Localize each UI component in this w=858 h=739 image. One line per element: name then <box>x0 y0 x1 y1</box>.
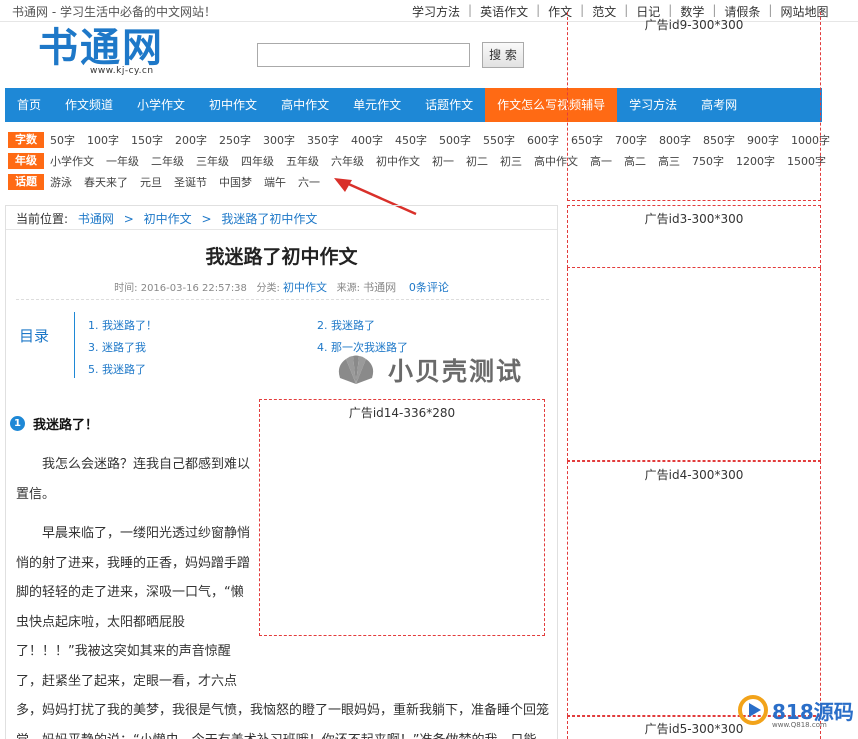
tag-item[interactable]: 600字 <box>527 132 559 148</box>
tag-row-topic: 话题 游泳 春天来了 元旦 圣诞节 中国梦 端午 六一 <box>8 173 332 191</box>
meta-category-label: 分类: <box>256 283 280 294</box>
tag-item[interactable]: 六年级 <box>331 153 364 169</box>
nav-item-topic-essay[interactable]: 话题作文 <box>413 88 485 122</box>
search-input[interactable] <box>257 43 470 67</box>
ad-slot-14[interactable]: 广告id14-336*280 <box>259 399 545 636</box>
toc-item-1[interactable]: 1. 我迷路了！ <box>88 317 157 333</box>
nav-item-unit-essay[interactable]: 单元作文 <box>341 88 413 122</box>
divider <box>6 229 557 230</box>
watermark: 小贝壳测试 <box>334 352 523 388</box>
tag-item[interactable]: 100字 <box>87 132 119 148</box>
text-line: 觉，妈妈平静的说：“小懒虫，今天有美术补习班哦！你还不起来啊！”准备做梦的我，只… <box>16 726 549 739</box>
tag-item[interactable]: 春天来了 <box>84 174 128 190</box>
text-line: 置信。 <box>16 486 56 502</box>
logo-text: 书通网 <box>38 24 164 71</box>
tag-item[interactable]: 一年级 <box>106 153 139 169</box>
tag-item[interactable]: 元旦 <box>140 174 162 190</box>
nav-item-home[interactable]: 首页 <box>5 88 53 122</box>
tag-item[interactable]: 游泳 <box>50 174 72 190</box>
tag-item[interactable]: 初三 <box>500 153 522 169</box>
top-link-english-essay[interactable]: 英语作文 <box>480 3 528 20</box>
tag-item[interactable]: 圣诞节 <box>174 174 207 190</box>
tag-item[interactable]: 初一 <box>432 153 454 169</box>
text-line: 我怎么会迷路？连我自己都感到难以 <box>42 457 251 472</box>
meta-source-label: 来源: <box>336 283 360 294</box>
play-logo-icon <box>738 695 768 725</box>
section-number: 1 <box>10 416 25 431</box>
meta-time-label: 时间: <box>114 283 138 294</box>
nav-item-primary-essay[interactable]: 小学作文 <box>125 88 197 122</box>
corner-logo: 818源码 www.Q818.com <box>738 695 854 729</box>
meta-source: 书通网 <box>363 281 397 294</box>
meta-comments-link[interactable]: 0条评论 <box>409 281 449 294</box>
text-line: 了！！！”我被这突如其来的声音惊醒 <box>16 644 231 659</box>
breadcrumb-current[interactable]: 我迷路了初中作文 <box>221 212 317 226</box>
tag-item[interactable]: 中国梦 <box>219 174 252 190</box>
paragraph-2-continued: 多，妈妈打扰了我的美梦，我很是气愤，我恼怒的瞪了一眼妈妈，重新我躺下，准备睡个回… <box>16 696 549 739</box>
paragraph-1: 我怎么会迷路？连我自己都感到难以 置信。 <box>16 450 251 509</box>
tag-item[interactable]: 250字 <box>219 132 251 148</box>
ad-slot-4[interactable]: 广告id4-300*300 <box>567 461 821 716</box>
tag-item[interactable]: 初二 <box>466 153 488 169</box>
text-line: 多，妈妈打扰了我的美梦，我很是气愤，我恼怒的瞪了一眼妈妈，重新我躺下，准备睡个回… <box>16 703 550 718</box>
breadcrumb-home[interactable]: 书通网 <box>78 212 114 226</box>
toc-item-2[interactable]: 2. 我迷路了 <box>317 317 375 333</box>
tag-label-topic: 话题 <box>8 174 44 190</box>
article-title: 我迷路了初中作文 <box>205 246 358 268</box>
tag-item[interactable]: 端午 <box>264 174 286 190</box>
toc-item-5[interactable]: 5. 我迷路了 <box>88 361 146 377</box>
tag-item[interactable]: 350字 <box>307 132 339 148</box>
tag-label-word-count: 字数 <box>8 132 44 148</box>
section-heading: 1 我迷路了！ <box>10 414 98 433</box>
breadcrumb-category[interactable]: 初中作文 <box>144 212 192 226</box>
tag-item[interactable]: 四年级 <box>241 153 274 169</box>
text-line: 了，赶紧坐了起来，定眼一看，才六点 <box>16 673 238 689</box>
meta-time: 2016-03-16 22:57:38 <box>140 283 247 294</box>
nav-item-essay-channel[interactable]: 作文频道 <box>53 88 125 122</box>
ad-slot-9[interactable]: 广告id9-300*300 <box>567 12 821 201</box>
ad-slot-3[interactable]: 广告id3-300*300 <box>567 205 821 268</box>
toc-divider <box>74 312 75 378</box>
toc-item-3[interactable]: 3. 迷路了我 <box>88 339 146 355</box>
text-line: 早晨来临了，一缕阳光透过纱窗静悄 <box>42 526 251 541</box>
watermark-text: 小贝壳测试 <box>388 357 524 386</box>
shell-icon <box>338 355 374 384</box>
section-title: 我迷路了！ <box>33 418 99 433</box>
paragraph-2: 早晨来临了，一缕阳光透过纱窗静悄 悄的射了进来，我睡的正香，妈妈蹭手蹭 脚的轻轻… <box>16 519 251 696</box>
site-logo[interactable]: 书通网 www.kj-cy.cn <box>38 26 178 82</box>
tag-item[interactable]: 小学作文 <box>50 153 94 169</box>
tag-item[interactable]: 550字 <box>483 132 515 148</box>
tag-item[interactable]: 200字 <box>175 132 207 148</box>
meta-category-link[interactable]: 初中作文 <box>283 281 327 294</box>
search-button[interactable]: 搜 索 <box>482 42 524 68</box>
text-line: 脚的轻轻的走了进来，深吸一口气，“懒 <box>16 585 244 600</box>
tag-label-grade: 年级 <box>8 153 44 169</box>
tag-item[interactable]: 六一 <box>298 174 320 190</box>
tag-item[interactable]: 150字 <box>131 132 163 148</box>
article-meta: 时间: 2016-03-16 22:57:38 分类: 初中作文 来源: 书通网… <box>6 279 557 295</box>
tag-item[interactable]: 500字 <box>439 132 471 148</box>
tag-item[interactable]: 400字 <box>351 132 383 148</box>
toc-title: 目录 <box>19 327 50 345</box>
breadcrumb: 当前位置: 书通网 > 初中作文 > 我迷路了初中作文 <box>16 212 318 226</box>
site-slogan: 书通网 - 学习生活中必备的中文网站！ <box>12 5 216 19</box>
tag-item[interactable]: 300字 <box>263 132 295 148</box>
breadcrumb-prefix: 当前位置: <box>16 212 69 226</box>
tag-item[interactable]: 二年级 <box>151 153 184 169</box>
tag-item[interactable]: 50字 <box>50 132 75 148</box>
nav-item-senior-essay[interactable]: 高中作文 <box>269 88 341 122</box>
text-line: 悄的射了进来，我睡的正香，妈妈蹭手蹭 <box>16 555 251 571</box>
text-line: 虫快点起床啦，太阳都晒屁股 <box>16 614 186 630</box>
ad-slot-3-body <box>567 268 821 461</box>
corner-logo-url: www.Q818.com <box>772 721 827 729</box>
nav-item-junior-essay[interactable]: 初中作文 <box>197 88 269 122</box>
tag-item[interactable]: 初中作文 <box>376 153 420 169</box>
tag-item[interactable]: 三年级 <box>196 153 229 169</box>
tag-item[interactable]: 450字 <box>395 132 427 148</box>
tag-item[interactable]: 五年级 <box>286 153 319 169</box>
top-link-study-method[interactable]: 学习方法 <box>412 3 460 20</box>
logo-url: www.kj-cy.cn <box>90 66 154 76</box>
divider <box>16 299 549 300</box>
